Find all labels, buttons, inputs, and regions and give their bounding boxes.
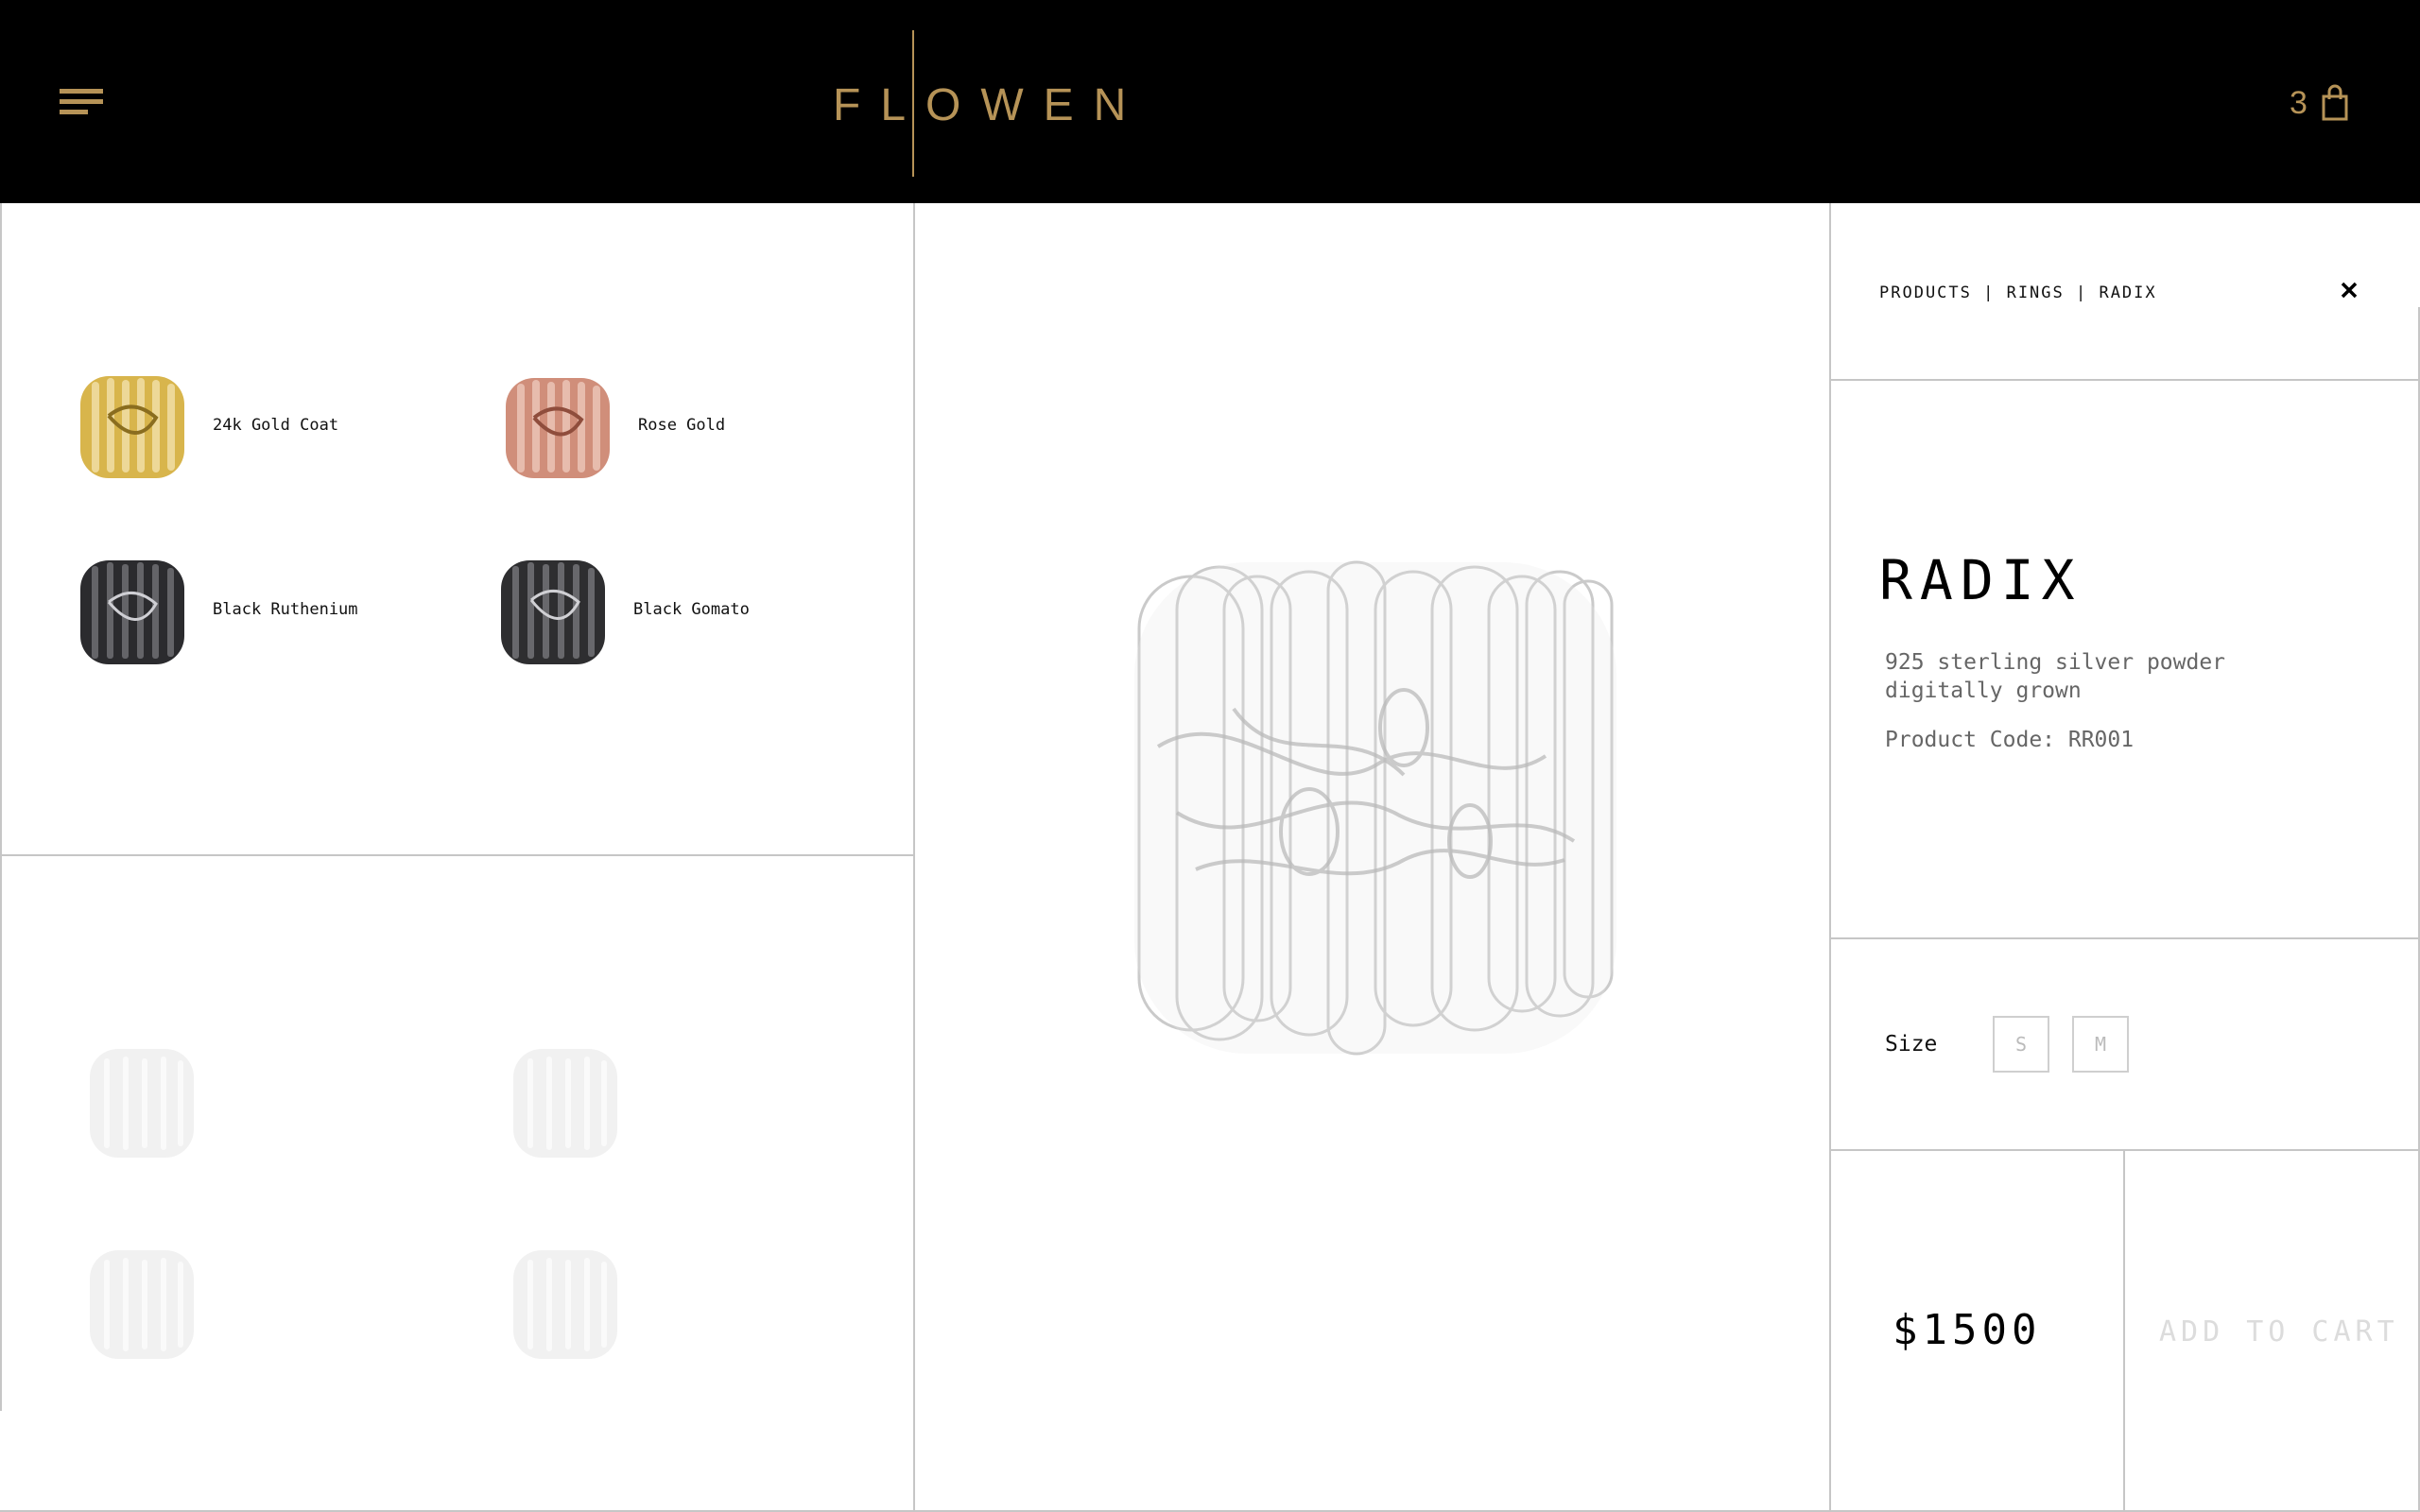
product-code: Product Code: RR001: [1885, 728, 2135, 752]
hamburger-menu-icon[interactable]: [60, 89, 103, 119]
grid-divider: [913, 203, 915, 1512]
cart-count: 3: [2290, 84, 2308, 121]
ring-thumbnail-image: [80, 376, 184, 478]
add-to-cart-button[interactable]: ADD TO CART: [2159, 1315, 2399, 1349]
product-title: RADIX: [1879, 548, 2083, 612]
placeholder-ring-image: [513, 1250, 617, 1359]
product-price: $1500: [1893, 1306, 2042, 1354]
ring-thumbnail-image: [80, 560, 184, 664]
close-icon[interactable]: [2339, 280, 2360, 301]
variant-label: Black Ruthenium: [213, 600, 358, 619]
shopping-bag-icon: [2322, 84, 2348, 121]
grid-divider: [1829, 379, 2420, 381]
brand-logo[interactable]: FLOWEN: [813, 30, 1147, 177]
variant-label: 24k Gold Coat: [213, 416, 339, 435]
placeholder-ring-image: [90, 1049, 194, 1158]
variant-option[interactable]: 24k Gold Coat: [71, 359, 338, 491]
product-3d-view[interactable]: [1120, 558, 1631, 1058]
placeholder-ring-image: [90, 1250, 194, 1359]
grid-divider: [0, 203, 2, 1411]
breadcrumb[interactable]: PRODUCTS | RINGS | RADIX: [1879, 284, 2157, 302]
grid-divider: [2123, 1149, 2125, 1512]
variant-label: Rose Gold: [638, 416, 726, 435]
grid-divider: [0, 854, 914, 856]
size-label: Size: [1885, 1032, 1938, 1057]
logo-text: FLOWEN: [833, 80, 1147, 130]
placeholder-ring-image: [513, 1049, 617, 1158]
site-header: FLOWEN 3: [0, 0, 2420, 203]
ring-thumbnail-image: [506, 378, 610, 478]
cart-button[interactable]: 3: [2290, 79, 2349, 127]
variant-option[interactable]: Rose Gold: [496, 359, 725, 491]
grid-divider: [1829, 937, 2420, 939]
grid-divider: [1829, 1149, 2420, 1151]
variant-label: Black Gomato: [633, 600, 750, 619]
size-option-m[interactable]: M: [2072, 1016, 2129, 1073]
product-description: 925 sterling silver powder digitally gro…: [1885, 650, 2226, 703]
ring-thumbnail-image: [501, 560, 605, 664]
variant-option[interactable]: Black Gomato: [492, 543, 750, 676]
grid-divider: [1829, 203, 1831, 1512]
variant-option[interactable]: Black Ruthenium: [71, 543, 358, 676]
size-option-s[interactable]: S: [1993, 1016, 2049, 1073]
